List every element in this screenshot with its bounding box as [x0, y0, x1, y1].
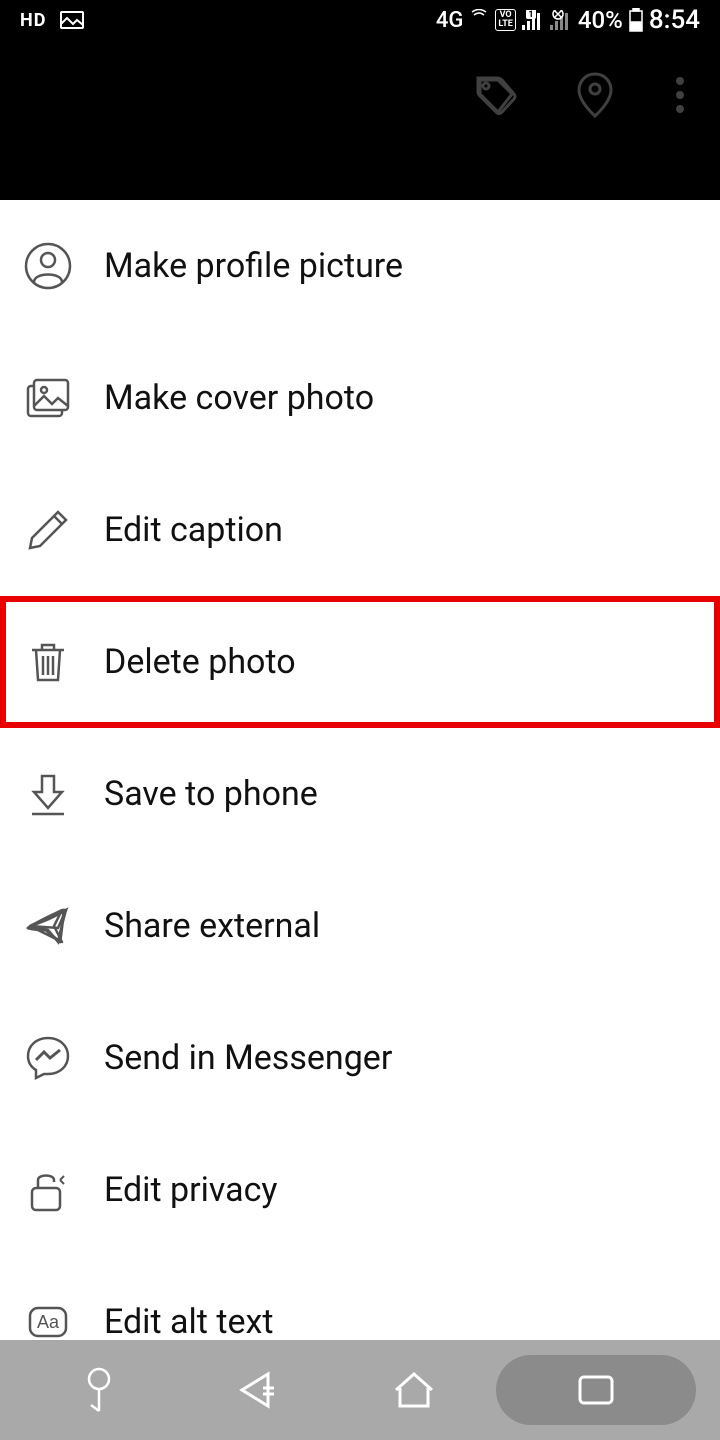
svg-text:1: 1 [528, 10, 533, 20]
network-type: 4G [436, 8, 464, 33]
pencil-icon [24, 506, 72, 554]
menu-label: Make cover photo [104, 378, 374, 418]
status-left: HD [20, 10, 84, 31]
menu-item-make-cover-photo[interactable]: Make cover photo [0, 332, 720, 464]
menu-label: Delete photo [104, 642, 296, 682]
alt-text-icon: Aa [24, 1298, 72, 1346]
app-header [0, 40, 720, 200]
menu-item-send-in-messenger[interactable]: Send in Messenger [0, 992, 720, 1124]
menu-label: Edit alt text [104, 1302, 273, 1342]
trash-icon [24, 638, 72, 686]
profile-icon [24, 242, 72, 290]
download-icon [24, 770, 72, 818]
nav-home-button[interactable] [339, 1355, 489, 1425]
nav-recent-button[interactable] [496, 1355, 696, 1425]
status-bar: HD 4G VOLTE 1 [0, 0, 720, 40]
volte-badge: VOLTE [495, 9, 516, 31]
more-dots-icon[interactable] [670, 70, 690, 120]
menu-item-delete-photo[interactable]: Delete photo [0, 596, 720, 728]
menu-label: Share external [104, 906, 320, 946]
battery-percent: 40% [578, 6, 623, 34]
menu-item-save-to-phone[interactable]: Save to phone [0, 728, 720, 860]
hd-badge: HD [20, 10, 46, 31]
messenger-icon [24, 1034, 72, 1082]
signal-icon-2 [550, 10, 572, 30]
clock: 8:54 [649, 5, 700, 35]
image-icon [60, 11, 84, 29]
menu-item-edit-caption[interactable]: Edit caption [0, 464, 720, 596]
svg-text:Aa: Aa [37, 1312, 60, 1332]
share-icon [24, 902, 72, 950]
menu-label: Make profile picture [104, 246, 403, 286]
volte-icon [469, 9, 489, 31]
menu-item-edit-privacy[interactable]: Edit privacy [0, 1124, 720, 1256]
photo-stack-icon [24, 374, 72, 422]
nav-assistant-button[interactable] [24, 1355, 174, 1425]
menu-label: Edit privacy [104, 1170, 278, 1210]
photo-options-menu: Make profile picture Make cover photo Ed… [0, 200, 720, 1426]
menu-item-make-profile-picture[interactable]: Make profile picture [0, 200, 720, 332]
menu-label: Edit caption [104, 510, 283, 550]
lock-icon [24, 1166, 72, 1214]
nav-back-button[interactable] [181, 1355, 331, 1425]
menu-item-share-external[interactable]: Share external [0, 860, 720, 992]
system-nav-bar [0, 1340, 720, 1440]
menu-label: Send in Messenger [104, 1038, 392, 1078]
location-pin-icon[interactable] [570, 70, 620, 120]
signal-icon-1: 1 [522, 10, 544, 30]
battery-icon [629, 8, 643, 32]
menu-label: Save to phone [104, 774, 318, 814]
status-right: 4G VOLTE 1 [436, 5, 700, 35]
tag-icon[interactable] [470, 70, 520, 120]
